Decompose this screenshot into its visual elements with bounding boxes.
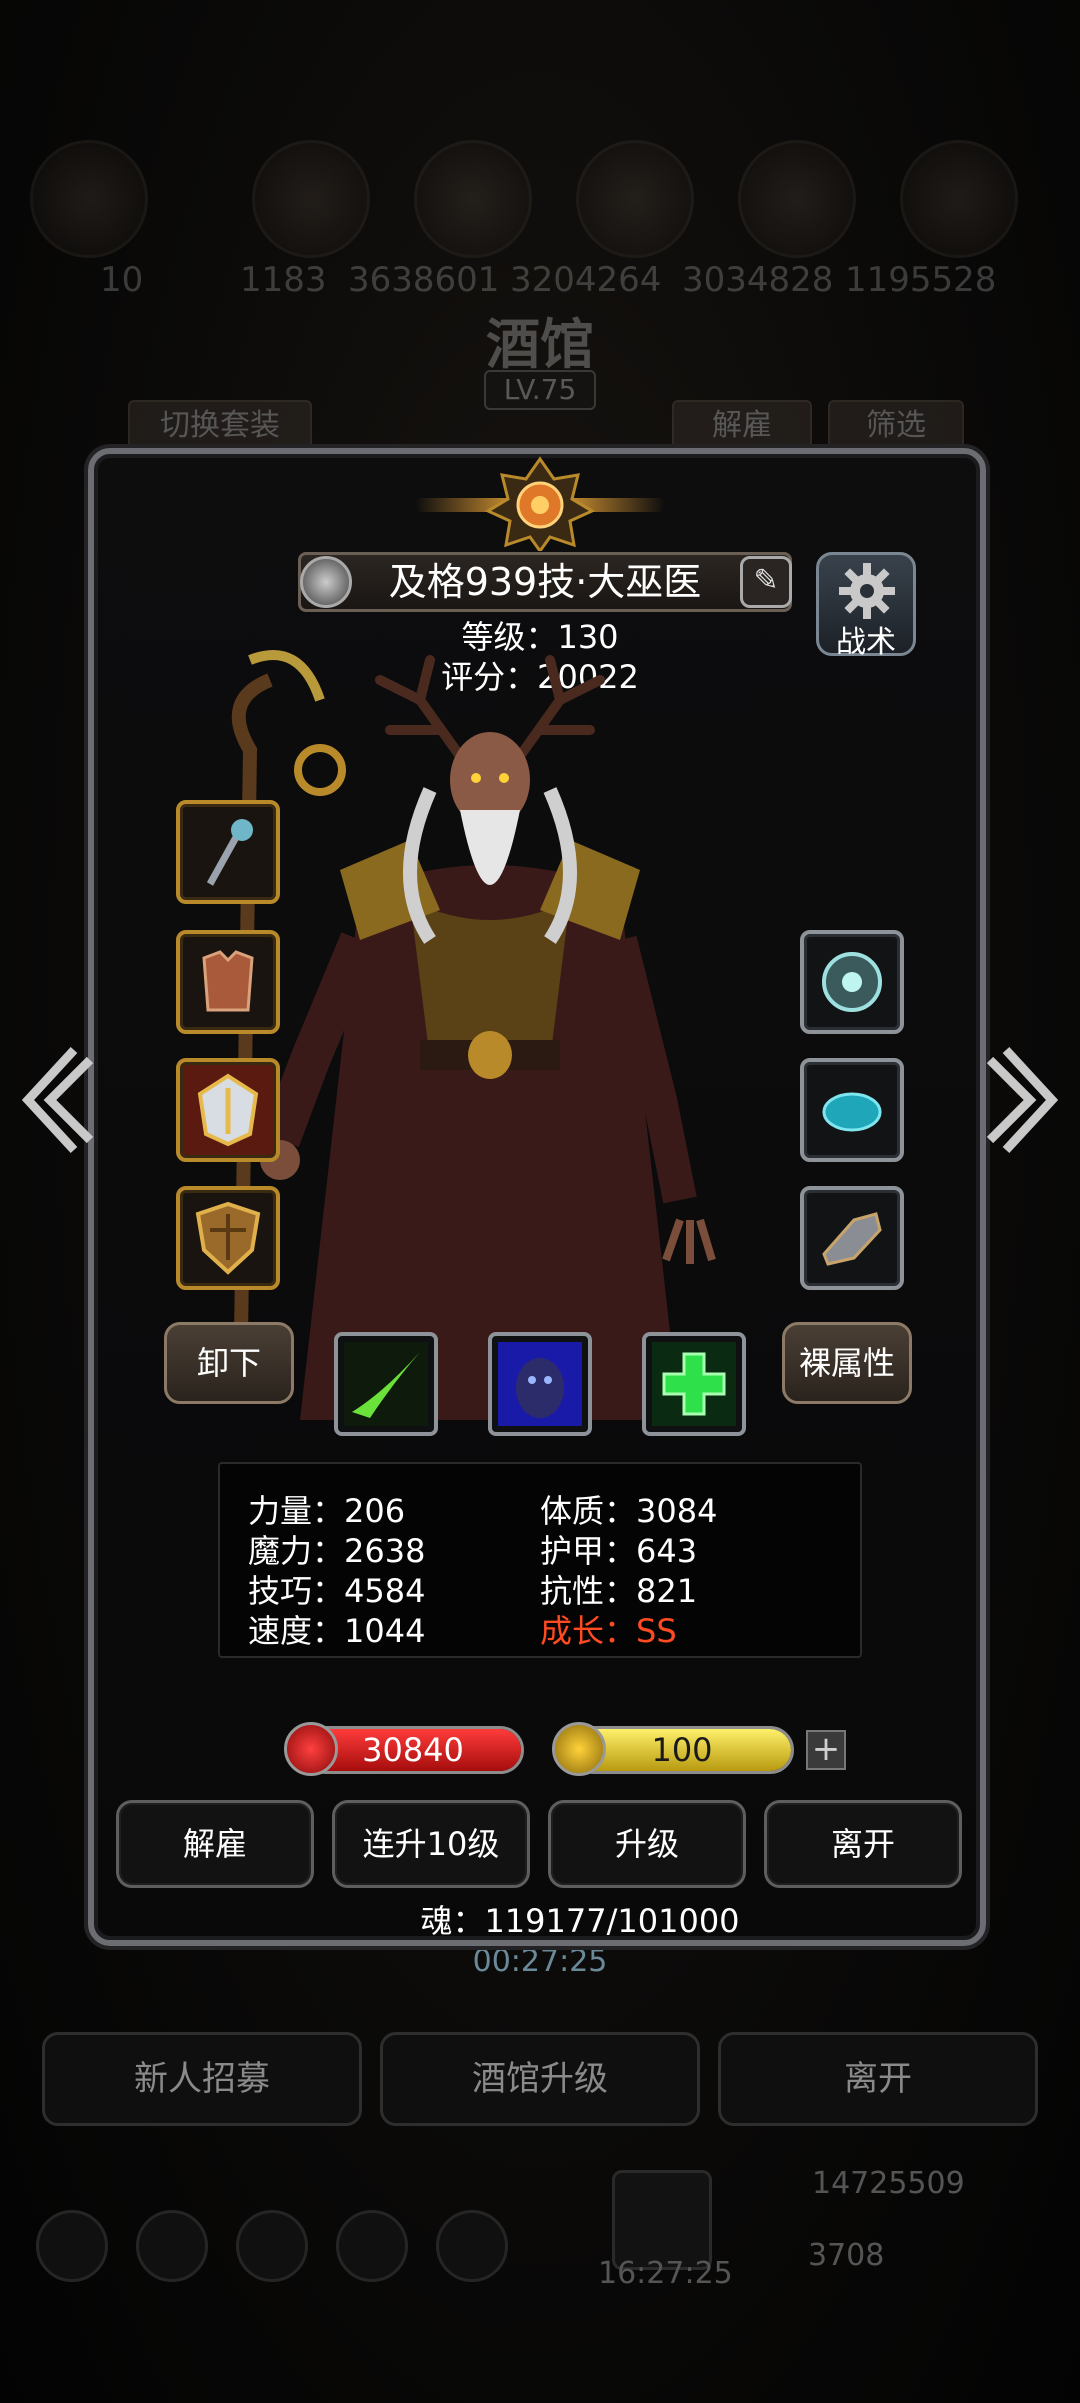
armor-icon (202, 950, 254, 1012)
stat-growth: 成长：SS (540, 1612, 677, 1650)
helmet-icon (197, 1073, 259, 1147)
new-recruit-button[interactable]: 新人招募 (42, 2032, 362, 2126)
equipment-slot-armor[interactable] (176, 930, 280, 1034)
level-up-10-button[interactable]: 连升10级 (332, 1800, 530, 1888)
gift-icon[interactable] (612, 2170, 712, 2270)
tavern-level: LV.75 (484, 370, 596, 410)
dismiss-hero-button[interactable]: 解雇 (116, 1800, 314, 1888)
soul-counter: 魂：119177/101000 (420, 1902, 740, 1940)
switch-outfit-tab[interactable]: 切换套装 (128, 400, 312, 452)
next-hero-arrow-icon[interactable] (986, 1040, 1066, 1160)
shield-icon (195, 1201, 261, 1275)
menu-circle-icon[interactable] (236, 2210, 308, 2282)
dismiss-tab[interactable]: 解雇 (672, 400, 812, 452)
gold-count: 14725509 (812, 2166, 965, 2201)
skill-slot-1[interactable] (334, 1332, 438, 1436)
resource-slot (414, 140, 532, 258)
skill-slot-2[interactable] (488, 1332, 592, 1436)
previous-hero-arrow-icon[interactable] (14, 1040, 94, 1160)
game-clock: 16:27:25 (598, 2256, 733, 2291)
skill-slot-3[interactable] (642, 1332, 746, 1436)
resource-row (30, 140, 1050, 260)
menu-circle-icon[interactable] (436, 2210, 508, 2282)
equipment-slot-weapon[interactable] (176, 800, 280, 904)
level-up-button[interactable]: 升级 (548, 1800, 746, 1888)
boot-icon (822, 1212, 882, 1266)
add-energy-button[interactable]: + (806, 1730, 846, 1770)
equipment-slot-gem[interactable] (800, 1058, 904, 1162)
close-panel-button[interactable]: 离开 (764, 1800, 962, 1888)
leave-tavern-button[interactable]: 离开 (718, 2032, 1038, 2126)
equipment-slot-helmet[interactable] (176, 1058, 280, 1162)
lightning-icon (552, 1722, 606, 1776)
resource-slot (30, 140, 148, 258)
stat-speed: 速度：1044 (248, 1612, 426, 1650)
resource-slot (252, 140, 370, 258)
green-slash-icon (344, 1342, 428, 1426)
equipment-slot-boots[interactable] (800, 1186, 904, 1290)
sun-emblem-icon (484, 456, 596, 551)
resource-slot (576, 140, 694, 258)
staff-icon (206, 819, 253, 886)
rename-edit-icon[interactable]: ✎ (740, 556, 792, 608)
gem-count: 3708 (808, 2238, 885, 2273)
green-cross-icon (652, 1342, 736, 1426)
resource-value: 1183 (240, 260, 327, 300)
resource-value: 3034828 (682, 260, 834, 300)
resource-slot (738, 140, 856, 258)
rune-stone-icon (822, 952, 882, 1012)
equipment-slot-shield[interactable] (176, 1186, 280, 1290)
equipment-slot-rune[interactable] (800, 930, 904, 1034)
recruit-timer: 00:27:25 (472, 1944, 608, 1979)
menu-circle-icon[interactable] (136, 2210, 208, 2282)
resource-value: 10 (100, 260, 144, 300)
base-attributes-button[interactable]: 裸属性 (782, 1322, 912, 1404)
hero-badge-icon[interactable] (300, 556, 352, 608)
heart-icon (284, 1722, 338, 1776)
gem-icon (822, 1092, 882, 1132)
resource-value: 1195528 (845, 260, 997, 300)
resource-value: 3204264 (510, 260, 662, 300)
unequip-button[interactable]: 卸下 (164, 1322, 294, 1404)
hero-name: 及格939技·大巫医 (298, 552, 792, 612)
resource-value: 3638601 (348, 260, 500, 300)
blue-spirit-icon (498, 1342, 582, 1426)
menu-circle-icon[interactable] (36, 2210, 108, 2282)
tavern-title: 酒馆 (486, 312, 594, 376)
resource-slot (900, 140, 1018, 258)
filter-tab[interactable]: 筛选 (828, 400, 964, 452)
menu-circle-icon[interactable] (336, 2210, 408, 2282)
tavern-upgrade-button[interactable]: 酒馆升级 (380, 2032, 700, 2126)
